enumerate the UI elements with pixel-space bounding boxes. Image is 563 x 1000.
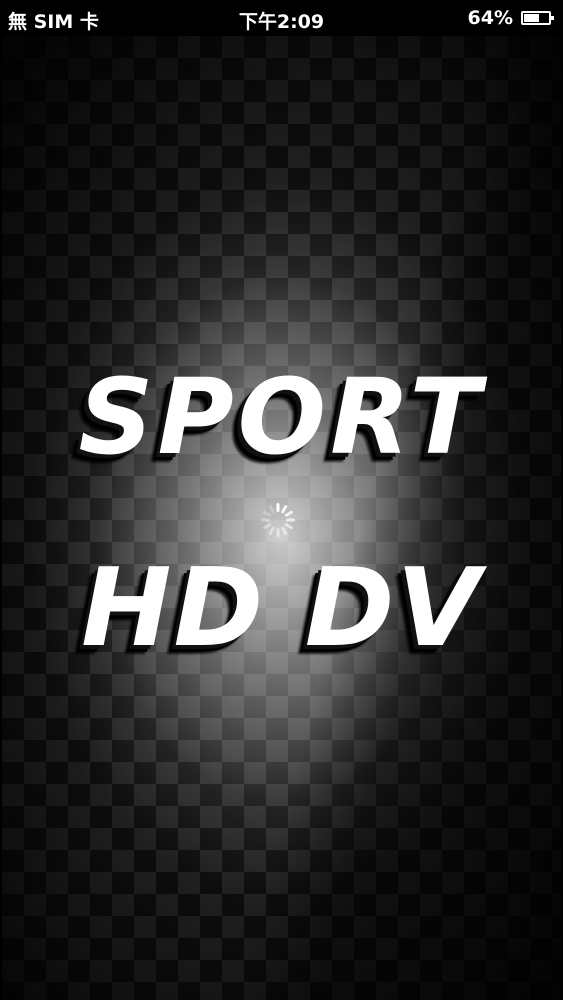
app-screen: 無 SIM 卡 下午2:09 64% SPORT HD DV (0, 0, 563, 1000)
battery-percent: 64% (467, 7, 513, 29)
battery-status: 64% (467, 7, 554, 29)
loading-spinner-icon (261, 503, 295, 537)
battery-icon (521, 11, 554, 25)
status-bar: 無 SIM 卡 下午2:09 64% (0, 0, 563, 36)
battery-fill (524, 14, 539, 22)
splash-title-hd-dv: HD DV (81, 546, 482, 671)
splash-screen: SPORT HD DV (2, 36, 561, 1000)
splash-title-sport: SPORT (78, 356, 485, 478)
